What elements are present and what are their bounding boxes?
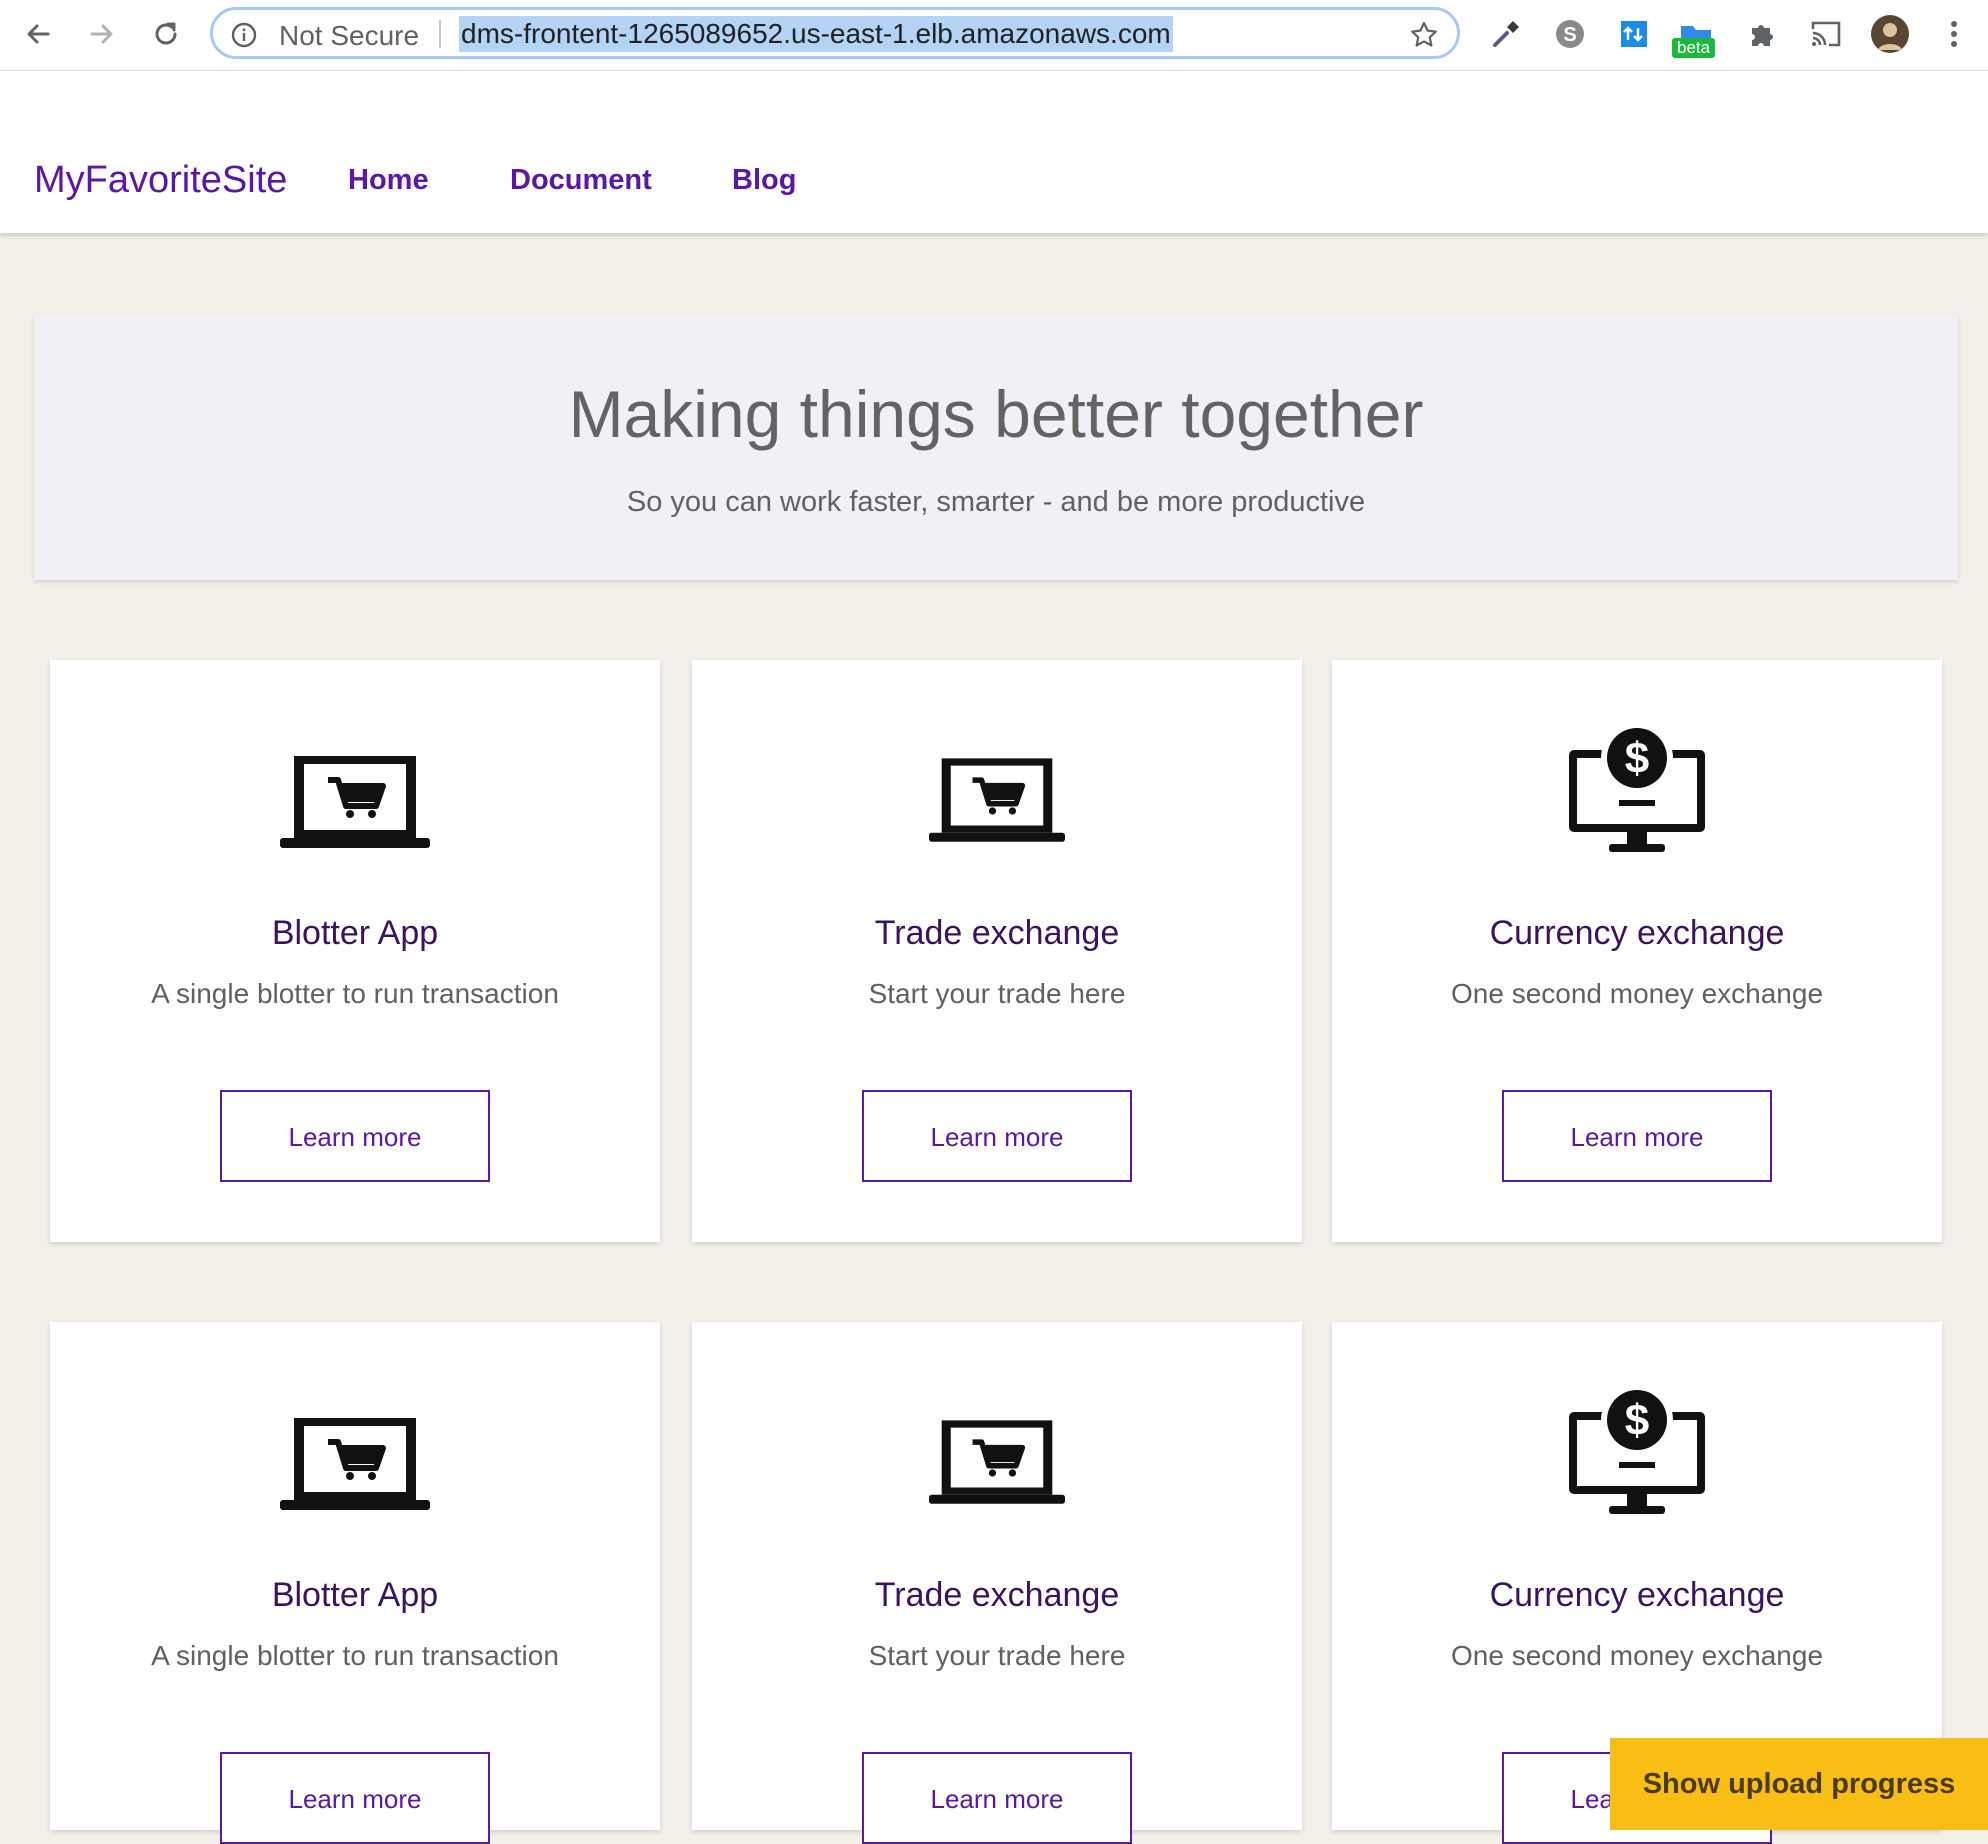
show-upload-progress-button[interactable]: Show upload progress <box>1610 1738 1988 1830</box>
card-currency-exchange: Currency exchange One second money excha… <box>1332 660 1942 1242</box>
card-title: Blotter App <box>271 914 439 952</box>
monitor-dollar-icon <box>1332 720 1942 860</box>
card-blotter-app: Blotter App A single blotter to run tran… <box>50 660 660 1242</box>
site-header: MyFavoriteSite Home Document Blog <box>0 71 1988 233</box>
cast-icon[interactable] <box>1806 14 1846 54</box>
card-title: Blotter App <box>271 1576 439 1614</box>
hero-subtitle: So you can work faster, smarter - and be… <box>626 486 1366 518</box>
profile-avatar[interactable] <box>1870 14 1910 54</box>
learn-more-button[interactable]: Learn more <box>220 1752 490 1844</box>
security-label: Not Secure <box>279 20 420 51</box>
card-trade-exchange: Trade exchange Start your trade here Lea… <box>692 660 1302 1242</box>
card-trade-exchange: Trade exchange Start your trade here Lea… <box>692 1322 1302 1844</box>
card-blotter-app: Blotter App A single blotter to run tran… <box>50 1322 660 1844</box>
nav-home[interactable]: Home <box>348 164 429 197</box>
eyedropper-extension-icon[interactable] <box>1486 14 1526 54</box>
kebab-menu-icon[interactable] <box>1934 14 1974 54</box>
laptop-cart-icon <box>692 1382 1302 1522</box>
back-arrow-icon[interactable] <box>18 14 58 54</box>
card-description: One second money exchange <box>1450 978 1824 1009</box>
svg-text:S: S <box>1563 24 1576 46</box>
url-text[interactable]: dms-frontent-1265089652.us-east-1.elb.am… <box>459 16 1173 52</box>
card-description: One second money exchange <box>1450 1640 1824 1671</box>
skype-extension-icon[interactable]: S <box>1550 14 1590 54</box>
card-title: Currency exchange <box>1489 1576 1785 1614</box>
bookmark-star-icon[interactable] <box>1409 20 1439 55</box>
info-icon[interactable] <box>231 22 257 53</box>
card-title: Currency exchange <box>1489 914 1785 952</box>
learn-more-button[interactable]: Learn more <box>220 1090 490 1182</box>
hero-title: Making things better together <box>568 377 1424 451</box>
reload-icon[interactable] <box>146 14 186 54</box>
laptop-cart-icon <box>50 720 660 860</box>
omnibox-divider <box>439 20 441 48</box>
puzzle-extensions-icon[interactable] <box>1742 14 1782 54</box>
hero-banner: Making things better together So you can… <box>34 314 1958 580</box>
laptop-cart-icon <box>692 720 1302 860</box>
card-title: Trade exchange <box>874 914 1120 952</box>
extension-badge: beta <box>1672 38 1716 58</box>
card-description: Start your trade here <box>868 978 1126 1009</box>
nav-document[interactable]: Document <box>510 164 652 197</box>
learn-more-button[interactable]: Learn more <box>1502 1090 1772 1182</box>
card-description: Start your trade here <box>868 1640 1126 1671</box>
laptop-cart-icon <box>50 1382 660 1522</box>
browser-toolbar: Not Secure dms-frontent-1265089652.us-ea… <box>0 0 1988 71</box>
card-title: Trade exchange <box>874 1576 1120 1614</box>
transfer-extension-icon[interactable] <box>1614 14 1654 54</box>
monitor-dollar-icon <box>1332 1382 1942 1522</box>
nav-blog[interactable]: Blog <box>732 164 796 197</box>
card-description: A single blotter to run transaction <box>151 978 559 1009</box>
learn-more-button[interactable]: Learn more <box>862 1752 1132 1844</box>
card-description: A single blotter to run transaction <box>151 1640 559 1671</box>
learn-more-button[interactable]: Learn more <box>862 1090 1132 1182</box>
address-bar[interactable]: Not Secure dms-frontent-1265089652.us-ea… <box>210 7 1460 59</box>
site-brand-link[interactable]: MyFavoriteSite <box>34 159 287 202</box>
forward-arrow-icon[interactable] <box>82 14 122 54</box>
